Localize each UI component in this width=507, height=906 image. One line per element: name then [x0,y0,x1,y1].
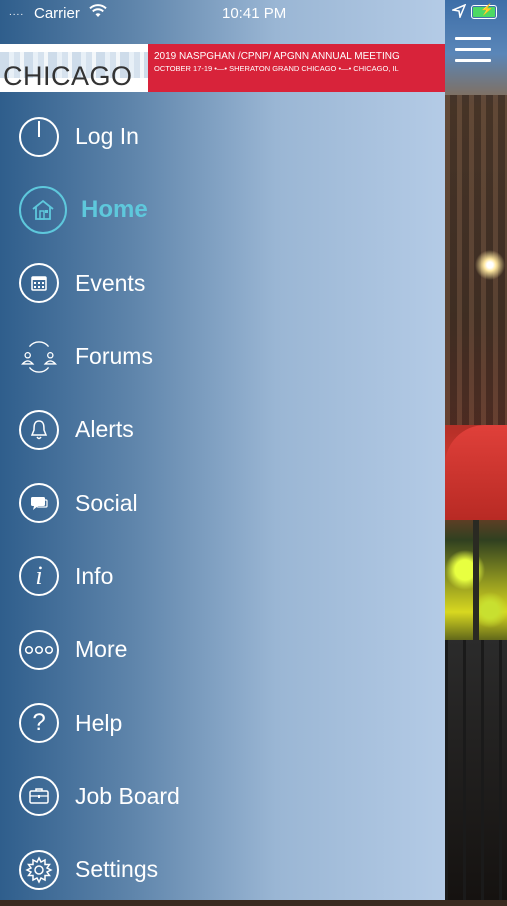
bell-icon [19,409,59,450]
menu-item-job-board[interactable]: Job Board [0,760,445,833]
chicago-logo: CHICAGO [0,44,148,92]
status-bar: .... Carrier 10:41 PM ⚡ [0,0,507,28]
location-icon [450,3,467,22]
forums-icon [19,337,59,377]
menu-label: Settings [75,856,159,883]
background-photo [445,0,507,900]
event-banner: CHICAGO 2019 NASPGHAN /CPNP/ APGNN ANNUA… [0,44,445,92]
clock: 10:41 PM [222,5,287,22]
menu-label: Help [75,709,123,736]
wifi-icon [89,4,107,22]
menu-item-info[interactable]: i Info [0,540,445,613]
menu-item-social[interactable]: Social [0,466,445,539]
menu-label: Job Board [75,782,180,809]
menu-item-forums[interactable]: Forums [0,320,445,393]
menu-label: Social [75,489,138,516]
battery-icon: ⚡ [471,4,497,19]
menu-item-settings[interactable]: Settings [0,833,445,906]
banner-subtitle: OCTOBER 17-19 •—• SHERATON GRAND CHICAGO… [154,64,399,73]
signal-indicator: .... [9,7,25,18]
home-icon [19,185,67,234]
banner-info: 2019 NASPGHAN /CPNP/ APGNN ANNUAL MEETIN… [148,44,445,92]
help-icon: ? [19,703,59,744]
menu-item-home[interactable]: Home [0,173,445,246]
more-icon [19,629,59,670]
hamburger-menu-icon[interactable] [455,37,491,67]
info-icon: i [19,556,59,597]
menu-label: Log In [75,123,139,150]
menu-label: Home [81,195,148,223]
menu-item-log-in[interactable]: Log In [0,100,445,173]
gear-icon [19,849,59,890]
chat-icon [19,483,59,524]
menu-label: Info [75,562,114,589]
menu-item-events[interactable]: Events [0,247,445,320]
power-icon [19,116,59,157]
nav-menu: Log In Home Events Forums Alerts Social … [0,100,445,906]
menu-item-more[interactable]: More [0,613,445,686]
menu-label: More [75,636,128,663]
banner-city: CHICAGO [3,61,133,91]
menu-label: Forums [75,343,153,370]
carrier-label: Carrier [34,5,80,22]
menu-label: Events [75,269,146,296]
menu-item-help[interactable]: ? Help [0,686,445,759]
briefcase-icon [19,776,59,817]
banner-title: 2019 NASPGHAN /CPNP/ APGNN ANNUAL MEETIN… [154,51,400,62]
menu-label: Alerts [75,416,134,443]
menu-item-alerts[interactable]: Alerts [0,393,445,466]
calendar-icon [19,263,59,304]
